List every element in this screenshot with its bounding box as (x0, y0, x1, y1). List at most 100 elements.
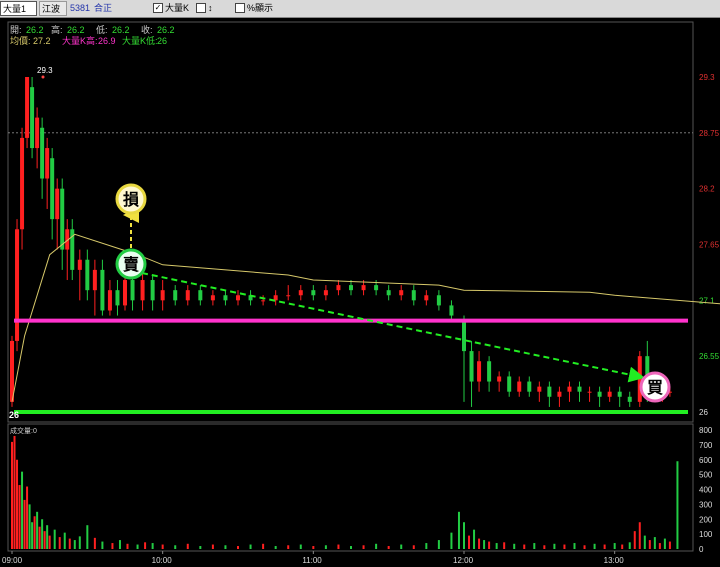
volume-bar (48, 535, 51, 549)
candles (10, 77, 672, 407)
tab-wave-chart[interactable]: 江波圖 (39, 1, 67, 29)
volume-bar (237, 546, 239, 549)
candle-body (386, 290, 391, 296)
time-tick-label: 10:00 (152, 556, 173, 565)
updown-toggle[interactable]: ↕ (196, 1, 213, 16)
candle-body (587, 391, 592, 393)
candle-body (185, 290, 190, 301)
volume-tick-label: 0 (699, 545, 704, 554)
big-k-toggle[interactable]: ✓ 大量K (153, 1, 189, 16)
buy-label: 買 (647, 379, 663, 397)
volume-bar (299, 544, 302, 549)
candle-body (424, 295, 429, 301)
price-panel-frame (7, 21, 694, 423)
volume-bar (58, 537, 61, 549)
price-tick-label: 28.2 (699, 185, 715, 194)
candle-body (487, 361, 492, 382)
tab-big-volume-1min-k[interactable]: 大量1分K (0, 1, 37, 29)
volume-panel-frame (7, 423, 694, 552)
volume-bar (468, 535, 471, 549)
volume-bar (174, 545, 177, 549)
candle-body (311, 290, 316, 296)
volume-bar (473, 529, 476, 549)
candle-body (107, 290, 112, 311)
volume-tick-label: 200 (699, 515, 713, 524)
volume-bar (463, 522, 465, 549)
volume-bar (513, 543, 516, 549)
volume-bar (46, 525, 49, 549)
volume-bar (633, 531, 636, 549)
candle-body (100, 269, 105, 311)
candle-body (45, 148, 50, 179)
volume-bar (287, 545, 290, 549)
volume-bar (144, 542, 147, 549)
candle-body (537, 386, 542, 392)
volume-bar (136, 544, 139, 549)
big-k-high-label: 大量K高: (62, 35, 98, 46)
checkbox-icon[interactable] (196, 2, 206, 13)
volume-bar (53, 529, 56, 549)
candle-body (547, 386, 552, 397)
stop-loss-label: 損 (123, 190, 140, 209)
candle-body (92, 269, 97, 291)
time-tick-label: 11:00 (302, 556, 322, 565)
candle-body (567, 386, 572, 392)
buy-marker: 買 (639, 371, 671, 403)
volume-bar (111, 543, 114, 549)
volume-bar (126, 543, 129, 549)
volume-bar (362, 545, 365, 549)
volume-bar (375, 543, 378, 549)
sell-to-buy-trend-arrow (141, 272, 645, 383)
checkbox-checked-icon[interactable]: ✓ (153, 2, 163, 13)
volume-bar (43, 531, 46, 549)
volume-tick-label: 700 (699, 441, 713, 450)
volume-bar (658, 543, 661, 549)
candle-body (436, 295, 441, 306)
volume-bar (621, 544, 624, 549)
big-k-low-value: 26 (157, 36, 167, 46)
candle-body (35, 117, 40, 149)
percent-display-toggle[interactable]: %顯示 (235, 1, 273, 16)
candle-body (637, 356, 642, 402)
checkbox-icon[interactable] (235, 2, 245, 13)
volume-bar (387, 546, 390, 549)
volume-bar (13, 435, 16, 549)
volume-bar (249, 544, 252, 549)
volume-bar (93, 537, 96, 549)
price-tick-label: 29.3 (699, 73, 715, 82)
updown-arrows-icon: ↕ (208, 3, 213, 13)
stock-name: 合正 (94, 3, 113, 13)
volume-bar (457, 511, 460, 549)
candle-body (25, 77, 30, 138)
volume-bar (643, 535, 646, 549)
candle-body (286, 295, 291, 297)
candle-body (115, 290, 120, 306)
sell-label: 賣 (122, 255, 140, 274)
volume-bar (262, 543, 265, 549)
volume-bar (31, 522, 34, 549)
candle-body (15, 229, 20, 341)
time-tick-label: 13:00 (604, 556, 625, 565)
volume-bar (488, 541, 491, 549)
candle-body (123, 280, 127, 306)
volume-bar (400, 544, 403, 549)
volume-bar (26, 486, 29, 549)
ohlc-info: 開: 26.2 高: 26.2 低: 26.2 收: 26.2 均價: 27.2… (10, 24, 175, 46)
volume-bar (425, 543, 428, 549)
candle-body (411, 290, 416, 301)
volume-bar (73, 540, 76, 549)
volume-bar (663, 538, 666, 549)
price-tick-label: 27.65 (699, 241, 720, 250)
volume-bars (11, 435, 679, 549)
candle-body (497, 376, 502, 382)
candle-body (85, 259, 90, 291)
volume-bar (668, 541, 671, 549)
candle-body (477, 361, 482, 382)
volume-tick-label: 600 (699, 456, 713, 465)
volume-bar (151, 543, 154, 549)
volume-bar (161, 544, 164, 549)
volume-bar (676, 461, 679, 549)
volume-bar (199, 546, 202, 549)
volume-bar (553, 543, 556, 549)
volume-bar (573, 543, 576, 549)
